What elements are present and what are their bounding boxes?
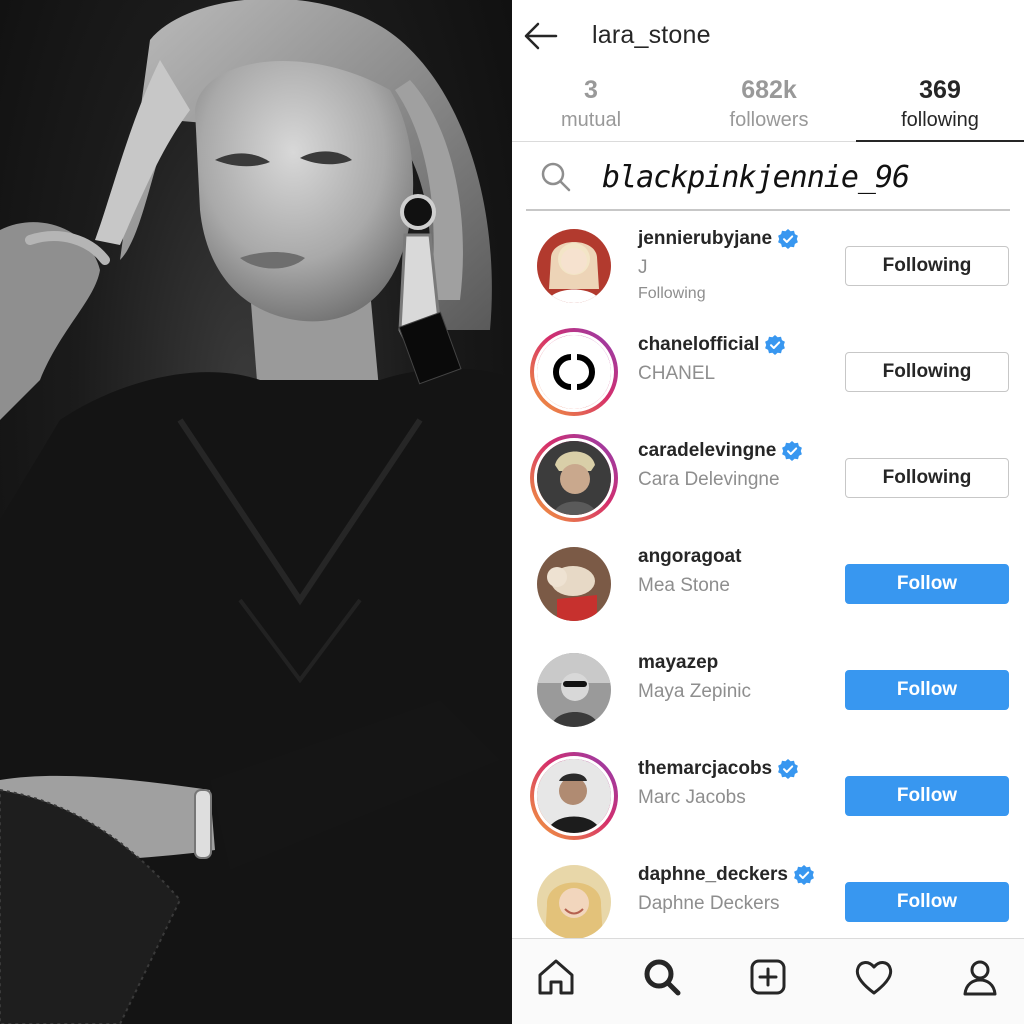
bottom-navigation [512, 938, 1024, 1024]
account-full-name: Daphne Deckers [638, 893, 780, 914]
profile-username-title: lara_stone [592, 21, 711, 49]
account-username[interactable]: themarcjacobs [638, 758, 772, 780]
tab-following[interactable]: 369 following [856, 70, 1024, 142]
heart-icon[interactable] [850, 953, 898, 1001]
top-bar: lara_stone [512, 0, 1024, 70]
avatar[interactable] [530, 752, 618, 840]
account-username[interactable]: jennierubyjane [638, 228, 772, 250]
tab-label: followers [729, 109, 809, 131]
account-username[interactable]: angoragoat [638, 546, 741, 568]
follow-button[interactable]: Follow [845, 776, 1009, 816]
avatar[interactable] [530, 222, 618, 310]
account-full-name: Mea Stone [638, 575, 730, 596]
account-full-name: Cara Delevingne [638, 469, 780, 490]
home-icon[interactable] [532, 953, 580, 1001]
account-username[interactable]: daphne_deckers [638, 864, 788, 886]
list-item[interactable]: caradelevingne Cara Delevingne Following [512, 424, 1024, 530]
profile-icon[interactable] [956, 953, 1004, 1001]
avatar[interactable] [530, 434, 618, 522]
avatar[interactable] [530, 646, 618, 734]
follow-button[interactable]: Follow [845, 882, 1009, 922]
verified-badge-icon [765, 335, 786, 355]
list-item[interactable]: chanelofficial CHANEL Following [512, 318, 1024, 424]
avatar[interactable] [530, 328, 618, 416]
tab-count: 682k [741, 76, 797, 104]
list-item[interactable]: themarcjacobs Marc Jacobs Follow [512, 742, 1024, 848]
list-item[interactable]: jennierubyjane J Following Following [512, 212, 1024, 318]
follow-status-note: Following [638, 285, 706, 302]
account-username[interactable]: mayazep [638, 652, 718, 674]
relationship-tabs: 3 mutual 682k followers 369 following [512, 70, 1024, 142]
follow-button[interactable]: Follow [845, 670, 1009, 710]
tab-followers[interactable]: 682k followers [684, 70, 854, 142]
verified-badge-icon [794, 865, 814, 885]
account-username[interactable]: caradelevingne [638, 440, 776, 462]
search-bar [526, 143, 1010, 211]
account-username[interactable]: chanelofficial [638, 334, 759, 356]
tab-count: 369 [919, 76, 961, 104]
portrait-photo [0, 0, 512, 1024]
list-item[interactable]: angoragoat Mea Stone Follow [512, 530, 1024, 636]
follow-button[interactable]: Follow [845, 564, 1009, 604]
list-item[interactable]: mayazep Maya Zepinic Follow [512, 636, 1024, 742]
verified-badge-icon [778, 229, 799, 249]
search-icon [541, 162, 571, 192]
verified-badge-icon [782, 441, 803, 461]
tab-count: 3 [584, 76, 598, 104]
following-button[interactable]: Following [845, 246, 1009, 286]
avatar[interactable] [530, 540, 618, 628]
account-full-name: Maya Zepinic [638, 681, 751, 702]
following-list: jennierubyjane J Following Following cha… [512, 212, 1024, 954]
instagram-following-screen: lara_stone 3 mutual 682k followers 369 f… [512, 0, 1024, 1024]
arrow-left-icon[interactable] [520, 16, 560, 56]
tab-mutual[interactable]: 3 mutual [512, 70, 670, 142]
following-button[interactable]: Following [845, 458, 1009, 498]
tab-label: following [901, 109, 979, 131]
avatar[interactable] [530, 858, 618, 946]
tab-label: mutual [560, 109, 622, 131]
search-icon[interactable] [638, 953, 686, 1001]
add-post-icon[interactable] [744, 953, 792, 1001]
search-input[interactable] [602, 157, 1002, 197]
account-full-name: CHANEL [638, 363, 716, 384]
account-full-name: J [638, 257, 648, 278]
account-full-name: Marc Jacobs [638, 787, 746, 808]
verified-badge-icon [778, 759, 799, 779]
following-button[interactable]: Following [845, 352, 1009, 392]
